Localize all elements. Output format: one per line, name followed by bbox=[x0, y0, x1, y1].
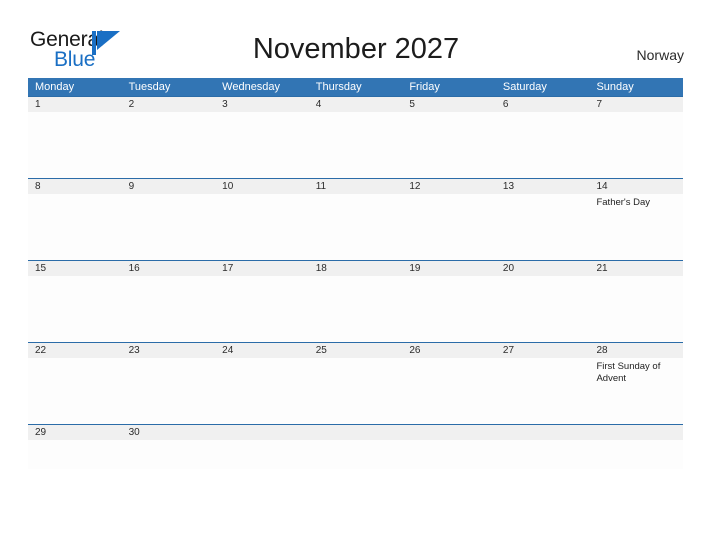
event-cell[interactable] bbox=[402, 276, 496, 342]
date-cell[interactable]: 2 bbox=[122, 97, 216, 112]
date-cell[interactable]: 1 bbox=[28, 97, 122, 112]
event-cell[interactable] bbox=[215, 194, 309, 260]
week-row: 29 30 bbox=[28, 424, 683, 469]
calendar-grid: Monday Tuesday Wednesday Thursday Friday… bbox=[28, 78, 683, 469]
date-cell[interactable]: 5 bbox=[402, 97, 496, 112]
event-band: Father's Day bbox=[28, 194, 683, 260]
event-cell bbox=[589, 440, 683, 469]
event-cell[interactable] bbox=[28, 358, 122, 424]
event-cell-advent[interactable]: First Sunday of Advent bbox=[589, 358, 683, 424]
date-cell[interactable]: 23 bbox=[122, 343, 216, 358]
date-cell[interactable]: 7 bbox=[589, 97, 683, 112]
event-band: First Sunday of Advent bbox=[28, 358, 683, 424]
date-cell-empty bbox=[309, 425, 403, 440]
week-row: 15 16 17 18 19 20 21 bbox=[28, 260, 683, 342]
weekday-friday: Friday bbox=[409, 81, 440, 93]
event-cell[interactable] bbox=[122, 358, 216, 424]
date-cell-empty bbox=[215, 425, 309, 440]
date-cell[interactable]: 11 bbox=[309, 179, 403, 194]
date-band: 8 9 10 11 12 13 14 bbox=[28, 179, 683, 194]
date-cell[interactable]: 25 bbox=[309, 343, 403, 358]
date-cell[interactable]: 10 bbox=[215, 179, 309, 194]
event-band bbox=[28, 112, 683, 178]
event-cell[interactable] bbox=[28, 112, 122, 178]
date-band: 15 16 17 18 19 20 21 bbox=[28, 261, 683, 276]
date-cell[interactable]: 22 bbox=[28, 343, 122, 358]
event-cell[interactable] bbox=[28, 276, 122, 342]
event-cell[interactable] bbox=[215, 358, 309, 424]
week-row: 22 23 24 25 26 27 28 First Sunday of Adv… bbox=[28, 342, 683, 424]
weekday-monday: Monday bbox=[35, 81, 75, 93]
date-cell[interactable]: 24 bbox=[215, 343, 309, 358]
event-cell[interactable] bbox=[309, 112, 403, 178]
event-cell[interactable] bbox=[28, 440, 122, 469]
weekday-tuesday: Tuesday bbox=[128, 81, 171, 93]
event-cell[interactable] bbox=[122, 276, 216, 342]
weekday-sunday: Sunday bbox=[596, 81, 634, 93]
date-cell[interactable]: 17 bbox=[215, 261, 309, 276]
event-cell[interactable] bbox=[122, 112, 216, 178]
event-band bbox=[28, 276, 683, 342]
date-band: 22 23 24 25 26 27 28 bbox=[28, 343, 683, 358]
event-cell-fathers-day[interactable]: Father's Day bbox=[589, 194, 683, 260]
date-cell[interactable]: 9 bbox=[122, 179, 216, 194]
event-cell[interactable] bbox=[496, 358, 590, 424]
event-cell[interactable] bbox=[28, 194, 122, 260]
weekday-wednesday: Wednesday bbox=[222, 81, 281, 93]
event-cell bbox=[402, 440, 496, 469]
event-cell[interactable] bbox=[402, 358, 496, 424]
date-cell[interactable]: 4 bbox=[309, 97, 403, 112]
date-cell[interactable]: 13 bbox=[496, 179, 590, 194]
date-band: 29 30 bbox=[28, 425, 683, 440]
event-cell[interactable] bbox=[309, 194, 403, 260]
event-cell[interactable] bbox=[402, 112, 496, 178]
event-cell bbox=[309, 440, 403, 469]
date-band: 1 2 3 4 5 6 7 bbox=[28, 97, 683, 112]
date-cell[interactable]: 19 bbox=[402, 261, 496, 276]
event-cell[interactable] bbox=[589, 276, 683, 342]
event-cell[interactable] bbox=[589, 112, 683, 178]
date-cell-empty bbox=[496, 425, 590, 440]
date-cell[interactable]: 6 bbox=[496, 97, 590, 112]
event-cell[interactable] bbox=[496, 112, 590, 178]
page-title: November 2027 bbox=[252, 33, 460, 65]
event-band bbox=[28, 440, 683, 469]
event-cell[interactable] bbox=[122, 440, 216, 469]
date-cell[interactable]: 18 bbox=[309, 261, 403, 276]
week-row: 8 9 10 11 12 13 14 Father's Day bbox=[28, 178, 683, 260]
date-cell[interactable]: 14 bbox=[589, 179, 683, 194]
country-label: Norway bbox=[636, 47, 684, 63]
date-cell-empty bbox=[589, 425, 683, 440]
page-header: General Blue November 2027 Norway bbox=[0, 0, 712, 78]
week-row: 1 2 3 4 5 6 7 bbox=[28, 96, 683, 178]
event-cell bbox=[215, 440, 309, 469]
date-cell[interactable]: 16 bbox=[122, 261, 216, 276]
date-cell[interactable]: 15 bbox=[28, 261, 122, 276]
event-cell[interactable] bbox=[402, 194, 496, 260]
weekday-thursday: Thursday bbox=[315, 81, 362, 93]
event-cell[interactable] bbox=[496, 194, 590, 260]
weekday-header-row: Monday Tuesday Wednesday Thursday Friday… bbox=[28, 78, 683, 96]
date-cell-empty bbox=[402, 425, 496, 440]
weekday-saturday: Saturday bbox=[502, 81, 547, 93]
date-cell[interactable]: 20 bbox=[496, 261, 590, 276]
event-cell[interactable] bbox=[309, 358, 403, 424]
date-cell[interactable]: 29 bbox=[28, 425, 122, 440]
date-cell[interactable]: 26 bbox=[402, 343, 496, 358]
date-cell[interactable]: 28 bbox=[589, 343, 683, 358]
event-cell[interactable] bbox=[215, 276, 309, 342]
event-cell bbox=[496, 440, 590, 469]
date-cell[interactable]: 3 bbox=[215, 97, 309, 112]
event-cell[interactable] bbox=[496, 276, 590, 342]
event-cell[interactable] bbox=[309, 276, 403, 342]
date-cell[interactable]: 8 bbox=[28, 179, 122, 194]
date-cell[interactable]: 30 bbox=[122, 425, 216, 440]
date-cell[interactable]: 21 bbox=[589, 261, 683, 276]
event-cell[interactable] bbox=[122, 194, 216, 260]
date-cell[interactable]: 12 bbox=[402, 179, 496, 194]
date-cell[interactable]: 27 bbox=[496, 343, 590, 358]
event-cell[interactable] bbox=[215, 112, 309, 178]
